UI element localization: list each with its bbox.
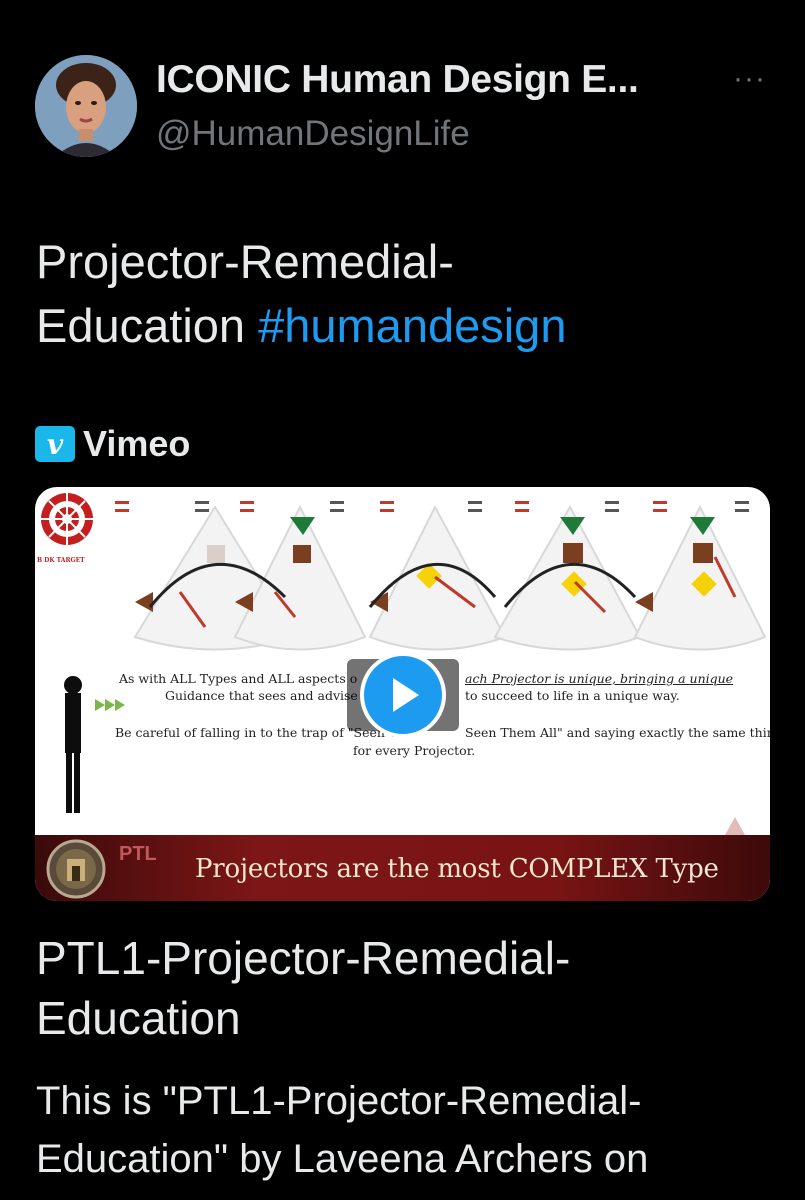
vimeo-logo-icon: v [35,426,75,462]
card-title-line1: PTL1-Projector-Remedial- [36,932,571,984]
thumbnail-text-line1a: As with ALL Types and ALL aspects o [119,671,358,686]
silhouette-figure [64,676,82,813]
temple-medallion-icon [46,839,106,899]
thumbnail-text-line2a: Guidance that sees and advise [165,688,358,703]
card-desc-line2: Education" by Laveena Archers on [36,1137,649,1181]
thumbnail-banner: PTL Projectors are the most COMPLEX Type [35,835,770,901]
tweet-text: Projector-Remedial- Education #humandesi… [36,230,756,358]
more-dots-icon[interactable]: ··· [733,62,766,96]
thumbnail-text-line4: for every Projector. [353,743,476,758]
video-thumbnail[interactable]: As with ALL Types and ALL aspects o ach … [35,487,770,901]
logo-wheel-icon [41,493,93,545]
author-handle[interactable]: @HumanDesignLife [156,114,470,154]
green-arrows-icon [95,699,125,711]
logo-caption: B DK TARGET [37,557,85,564]
card-description[interactable]: This is "PTL1-Projector-Remedial- Educat… [36,1072,776,1188]
avatar[interactable] [35,55,137,157]
play-icon [393,678,419,712]
play-button[interactable] [360,652,446,738]
card-source-name: Vimeo [83,423,191,464]
card-source[interactable]: v Vimeo [35,423,191,464]
author-display-name[interactable]: ICONIC Human Design E... [156,58,639,102]
thumbnail-text-line3b: Seen Them All" and saying exactly the sa… [465,725,770,740]
avatar-portrait-icon [35,55,137,157]
tweet-text-line2: Education [36,299,259,352]
thumbnail-text-line2b: to succeed to life in a unique way. [465,688,680,703]
card-title[interactable]: PTL1-Projector-Remedial- Education [36,928,756,1048]
tweet-text-line1: Projector-Remedial- [36,235,454,288]
banner-label: PTL [119,843,157,865]
thumbnail-text-line1b: ach Projector is unique, bringing a uniq… [465,671,734,686]
card-title-line2: Education [36,992,241,1044]
hashtag-link[interactable]: #humandesign [258,299,566,352]
card-desc-line1: This is "PTL1-Projector-Remedial- [36,1079,642,1123]
banner-text: Projectors are the most COMPLEX Type [195,854,719,884]
